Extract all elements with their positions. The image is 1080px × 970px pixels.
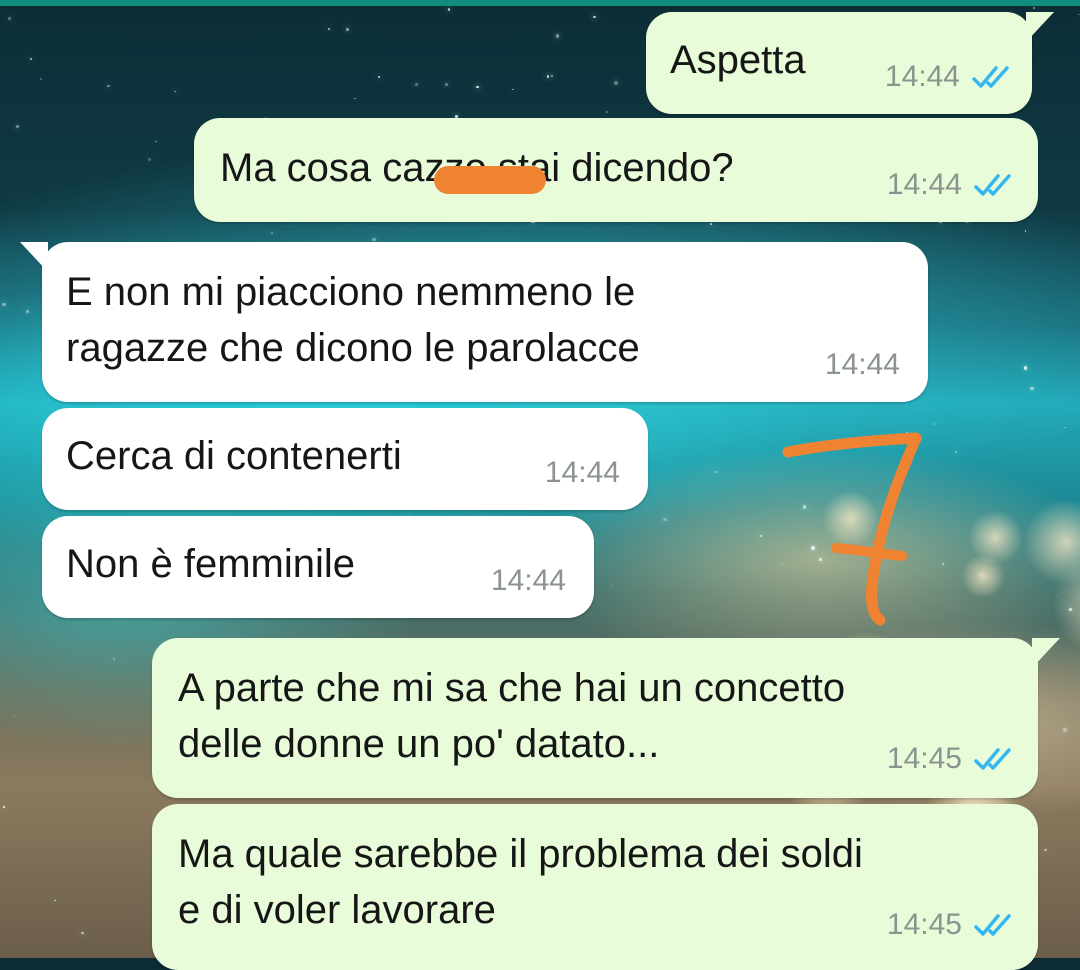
wallpaper-sparkle <box>512 88 514 91</box>
wallpaper-sparkle <box>15 124 19 128</box>
wallpaper-sparkle <box>713 470 717 474</box>
double-check-icon <box>974 748 1011 770</box>
message-text-line-2: ragazze che dicono le parolacce <box>66 326 640 370</box>
message-meta: 14:44 <box>825 348 900 382</box>
outgoing-message[interactable]: Ma quale sarebbe il problema dei soldi e… <box>152 804 1038 970</box>
wallpaper-sparkle <box>942 562 945 566</box>
message-text-line-1: E non mi piacciono nemmeno le <box>66 270 636 314</box>
wallpaper-sparkle <box>1044 848 1047 852</box>
message-meta: 14:44 <box>887 168 1016 202</box>
wallpaper-sparkle <box>613 81 618 86</box>
message-time: 14:44 <box>886 168 962 201</box>
message-time: 14:44 <box>884 60 960 93</box>
wallpaper-sparkle <box>354 97 356 99</box>
double-check-icon <box>972 66 1009 88</box>
wallpaper-sparkle <box>760 535 763 538</box>
message-meta: 14:44 <box>885 60 1014 94</box>
wallpaper-sparkle <box>445 82 449 86</box>
message-meta: 14:45 <box>887 742 1016 776</box>
wallpaper-sparkle <box>1 302 6 307</box>
message-text-line-2: e di voler lavorare <box>178 888 496 932</box>
bubble-tail <box>1026 12 1054 42</box>
wallpaper-sparkle <box>345 27 349 31</box>
bubble-tail <box>20 242 48 272</box>
message-meta: 14:44 <box>491 564 566 598</box>
message-text-line-1: Ma quale sarebbe il problema dei soldi <box>178 832 863 876</box>
wallpaper-sparkle <box>29 58 32 61</box>
wallpaper-sparkle <box>54 899 56 902</box>
wallpaper-sparkle <box>1032 6 1035 9</box>
wallpaper-sparkle <box>3 806 5 808</box>
wallpaper-sparkle <box>1063 728 1067 732</box>
outgoing-message[interactable]: Ma cosa cazzo stai dicendo? 14:44 <box>194 118 1038 222</box>
message-text-line-1: A parte che mi sa che hai un concetto <box>178 666 846 710</box>
wallpaper-sparkle <box>40 78 42 80</box>
message-time: 14:44 <box>490 564 566 597</box>
message-time: 14:44 <box>824 348 900 381</box>
wallpaper-sparkle <box>1030 386 1034 391</box>
app-bar-edge <box>0 0 1080 6</box>
wallpaper-sparkle <box>8 17 12 21</box>
wallpaper-sparkle <box>328 28 330 30</box>
message-text: Aspetta <box>670 38 806 82</box>
wallpaper-sparkle <box>174 90 176 92</box>
wallpaper-sparkle <box>447 8 451 11</box>
wallpaper-sparkle <box>551 75 554 78</box>
wallpaper-sparkle <box>26 310 29 313</box>
wallpaper-sparkle <box>710 223 712 225</box>
message-meta: 14:45 <box>887 908 1016 942</box>
wallpaper-bokeh <box>967 510 1023 566</box>
wallpaper-sparkle <box>593 16 596 19</box>
message-text: Cerca di contenerti <box>66 434 402 478</box>
message-text-start: Ma cosa c <box>220 146 403 190</box>
wallpaper-sparkle <box>1064 426 1066 429</box>
message-time: 14:45 <box>886 908 962 941</box>
incoming-message[interactable]: E non mi piacciono nemmeno le ragazze ch… <box>20 242 928 402</box>
message-text: Non è femminile <box>66 542 356 586</box>
incoming-message[interactable]: Non è femminile 14:44 <box>42 516 594 618</box>
wallpaper-sparkle <box>546 75 550 78</box>
wallpaper-sparkle <box>555 33 560 38</box>
wallpaper-sparkle <box>610 585 613 587</box>
message-meta: 14:44 <box>545 456 620 490</box>
wallpaper-sparkle <box>155 140 157 143</box>
incoming-message[interactable]: Cerca di contenerti 14:44 <box>42 408 648 510</box>
message-time: 14:45 <box>886 742 962 775</box>
wallpaper-bokeh <box>1022 498 1080 586</box>
wallpaper-sparkle <box>13 715 16 717</box>
wallpaper-sparkle <box>107 84 111 88</box>
wallpaper-sparkle <box>81 931 84 935</box>
handwritten-seven-annotation <box>782 432 922 626</box>
message-text-line-2: delle donne un po' datato... <box>178 722 660 766</box>
wallpaper-sparkle <box>954 450 957 453</box>
redaction-mark <box>434 166 546 194</box>
outgoing-message[interactable]: A parte che mi sa che hai un concetto de… <box>152 638 1060 798</box>
wallpaper-sparkle <box>372 237 376 242</box>
wallpaper-sparkle <box>476 85 480 89</box>
wallpaper-sparkle <box>113 658 116 661</box>
wallpaper-sparkle <box>378 76 381 79</box>
double-check-icon <box>974 174 1011 196</box>
wallpaper-sparkle <box>663 517 667 522</box>
wallpaper-sparkle <box>605 110 609 114</box>
bubble-tail <box>1032 638 1060 668</box>
outgoing-message[interactable]: Aspetta 14:44 <box>646 12 1054 114</box>
wallpaper-sparkle <box>414 83 418 87</box>
wallpaper-sparkle <box>1023 366 1028 370</box>
wallpaper-sparkle <box>1024 229 1027 232</box>
wallpaper-sparkle <box>147 157 151 162</box>
double-check-icon <box>974 914 1011 936</box>
wallpaper-sparkle <box>270 232 273 235</box>
message-time: 14:44 <box>544 456 620 489</box>
wallpaper-sparkle <box>933 422 936 426</box>
